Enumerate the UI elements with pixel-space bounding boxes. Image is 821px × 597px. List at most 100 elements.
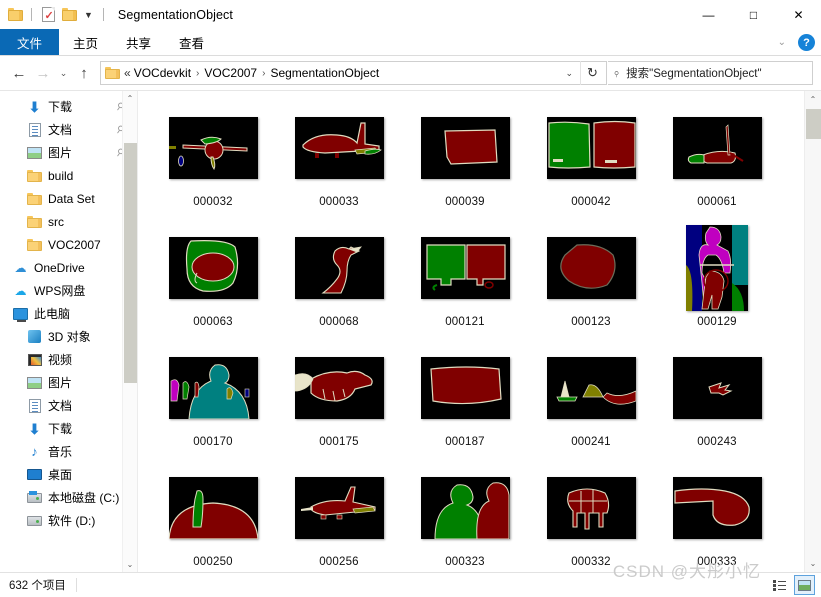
content-scroll-up-icon[interactable]: ⌃ — [805, 91, 821, 108]
sidebar-item-src-5[interactable]: src — [0, 210, 137, 233]
sidebar-item-label: 3D 对象 — [48, 330, 91, 344]
segmentation-mask-thumbnail[interactable] — [294, 117, 384, 179]
segmentation-mask-thumbnail[interactable] — [420, 237, 510, 299]
sidebar-item-下载-14[interactable]: ⬇ 下载 — [0, 417, 137, 440]
file-item[interactable]: 000129 — [654, 225, 780, 345]
segmentation-mask-thumbnail[interactable] — [168, 477, 258, 539]
tab-share[interactable]: 共享 — [112, 29, 165, 55]
sidebar-item-3d-对象-10[interactable]: 3D 对象 — [0, 325, 137, 348]
file-item[interactable]: 000256 — [276, 465, 402, 572]
expand-ribbon-caret-icon[interactable]: ⌄ — [774, 35, 790, 50]
segmentation-mask-thumbnail[interactable] — [294, 477, 384, 539]
file-item[interactable]: 000063 — [150, 225, 276, 345]
segmentation-mask-thumbnail[interactable] — [672, 477, 762, 539]
file-item[interactable]: 000121 — [402, 225, 528, 345]
file-item[interactable]: 000061 — [654, 105, 780, 225]
sidebar-item-桌面-16[interactable]: 桌面 — [0, 463, 137, 486]
file-item[interactable]: 000323 — [402, 465, 528, 572]
tab-file[interactable]: 文件 — [0, 29, 60, 55]
file-item[interactable]: 000170 — [150, 345, 276, 465]
file-item[interactable]: 000123 — [528, 225, 654, 345]
sidebar-item-本地磁盘-c--17[interactable]: 本地磁盘 (C:) — [0, 486, 137, 509]
new-folder-icon[interactable] — [60, 6, 78, 24]
sidebar-scroll-up-icon[interactable]: ⌃ — [123, 91, 137, 106]
segmentation-mask-thumbnail[interactable] — [420, 357, 510, 419]
back-button[interactable]: ← — [8, 62, 30, 84]
segmentation-mask-thumbnail[interactable] — [168, 237, 258, 299]
details-view-button[interactable] — [769, 575, 790, 595]
breadcrumb-separator-icon[interactable]: › — [257, 68, 270, 79]
sidebar-item-此电脑-9[interactable]: 此电脑 — [0, 302, 137, 325]
maximize-button[interactable]: □ — [731, 0, 776, 29]
breadcrumb-item-voc2007[interactable]: VOC2007 — [204, 66, 257, 80]
properties-icon[interactable]: ✓ — [39, 6, 57, 24]
file-item[interactable]: 000333 — [654, 465, 780, 572]
search-input[interactable]: 搜索"SegmentationObject" — [626, 65, 761, 81]
help-button[interactable]: ? — [798, 34, 815, 51]
sidebar-scrollbar[interactable]: ⌃ ⌄ — [122, 91, 137, 572]
file-item[interactable]: 000241 — [528, 345, 654, 465]
segmentation-mask-thumbnail[interactable] — [420, 477, 510, 539]
file-item[interactable]: 000032 — [150, 105, 276, 225]
breadcrumb-separator-icon[interactable]: › — [191, 68, 204, 79]
content-scroll-down-icon[interactable]: ⌄ — [805, 555, 821, 572]
content-scrollbar[interactable]: ⌃ ⌄ — [804, 91, 821, 572]
sidebar-item-voc2007-6[interactable]: VOC2007 — [0, 233, 137, 256]
sidebar-item-图片-12[interactable]: 图片 — [0, 371, 137, 394]
file-item[interactable]: 000039 — [402, 105, 528, 225]
close-button[interactable]: ✕ — [776, 0, 821, 29]
content-scroll-thumb[interactable] — [806, 109, 821, 139]
file-item[interactable]: 000332 — [528, 465, 654, 572]
file-item[interactable]: 000068 — [276, 225, 402, 345]
segmentation-mask-thumbnail[interactable] — [546, 477, 636, 539]
sidebar-item-视频-11[interactable]: 视频 — [0, 348, 137, 371]
sidebar-item-build-3[interactable]: build — [0, 164, 137, 187]
segmentation-mask-thumbnail[interactable] — [294, 237, 384, 299]
breadcrumb-item-vocdevkit[interactable]: VOCdevkit — [134, 66, 191, 80]
tab-home[interactable]: 主页 — [59, 29, 112, 55]
address-field[interactable]: « VOCdevkit › VOC2007 › SegmentationObje… — [100, 61, 607, 85]
address-dropdown-caret-icon[interactable]: ⌄ — [558, 68, 580, 79]
sidebar-item-wps网盘-8[interactable]: ☁ WPS网盘 — [0, 279, 137, 302]
thumbnail-wrapper — [420, 105, 510, 191]
sidebar-item-图片-2[interactable]: 图片 ⚲ — [0, 141, 137, 164]
sidebar-item-下载-0[interactable]: ⬇ 下载 ⚲ — [0, 95, 137, 118]
sidebar-item-data-set-4[interactable]: Data Set — [0, 187, 137, 210]
segmentation-mask-thumbnail[interactable] — [546, 117, 636, 179]
segmentation-mask-thumbnail[interactable] — [672, 357, 762, 419]
segmentation-mask-thumbnail[interactable] — [168, 117, 258, 179]
sidebar-scroll-thumb[interactable] — [124, 143, 137, 383]
sidebar-item-文档-1[interactable]: 文档 ⚲ — [0, 118, 137, 141]
recent-locations-button[interactable]: ⌄ — [56, 62, 71, 84]
file-item[interactable]: 000042 — [528, 105, 654, 225]
sidebar-item-音乐-15[interactable]: ♪ 音乐 — [0, 440, 137, 463]
sidebar-item-onedrive-7[interactable]: ☁ OneDrive — [0, 256, 137, 279]
minimize-button[interactable]: — — [686, 0, 731, 29]
large-icons-view-button[interactable] — [794, 575, 815, 595]
forward-button[interactable]: → — [32, 62, 54, 84]
sidebar-item-文档-13[interactable]: 文档 — [0, 394, 137, 417]
file-item[interactable]: 000243 — [654, 345, 780, 465]
folder-icon[interactable] — [6, 6, 24, 24]
breadcrumb-item-segmentationobject[interactable]: SegmentationObject — [270, 66, 379, 80]
folder-icon — [26, 191, 43, 207]
segmentation-mask-thumbnail[interactable] — [546, 357, 636, 419]
file-item[interactable]: 000187 — [402, 345, 528, 465]
file-item[interactable]: 000175 — [276, 345, 402, 465]
search-box[interactable]: ⌕ 搜索"SegmentationObject" — [608, 61, 813, 85]
breadcrumb-overflow[interactable]: « — [124, 66, 134, 80]
segmentation-mask-thumbnail[interactable] — [672, 117, 762, 179]
sidebar-item-软件-d--18[interactable]: 软件 (D:) — [0, 509, 137, 532]
segmentation-mask-thumbnail[interactable] — [294, 357, 384, 419]
segmentation-mask-thumbnail[interactable] — [168, 357, 258, 419]
segmentation-mask-thumbnail[interactable] — [686, 225, 748, 311]
sidebar-scroll-down-icon[interactable]: ⌄ — [123, 557, 137, 572]
refresh-button[interactable]: ↻ — [580, 61, 604, 85]
segmentation-mask-thumbnail[interactable] — [420, 117, 510, 179]
segmentation-mask-thumbnail[interactable] — [546, 237, 636, 299]
file-item[interactable]: 000033 — [276, 105, 402, 225]
file-item[interactable]: 000250 — [150, 465, 276, 572]
up-button[interactable]: ↑ — [73, 62, 95, 84]
tab-view[interactable]: 查看 — [165, 29, 218, 55]
customize-caret-icon[interactable]: ▼ — [81, 10, 96, 20]
